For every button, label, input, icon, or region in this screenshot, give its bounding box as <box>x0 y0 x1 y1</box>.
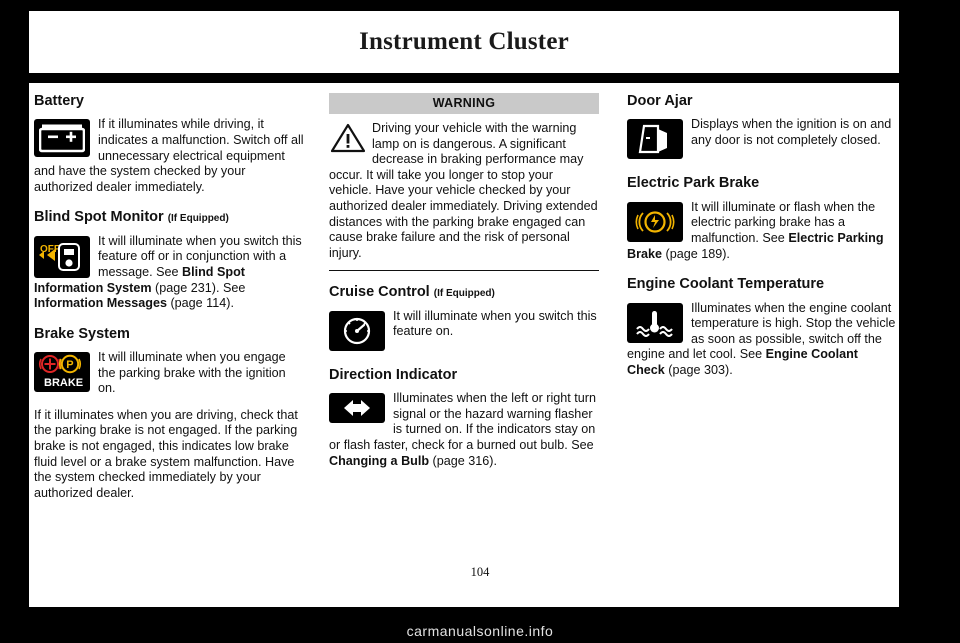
svg-text:P: P <box>66 359 73 371</box>
warning-body: Driving your vehicle with the warning la… <box>329 114 599 272</box>
door-ajar-icon <box>627 119 683 160</box>
section-cruise-control: Cruise Control (If Equipped) It will ill… <box>329 284 599 352</box>
direction-indicator-icon <box>329 393 385 424</box>
brake-system-icon: P BRAKE <box>34 352 90 393</box>
section-engine-coolant: Engine Coolant Temperature Illuminates w… <box>627 276 897 378</box>
cruise-control-icon <box>329 310 385 351</box>
section-brake-system: Brake System P BRAKE It will illuminate … <box>34 326 304 502</box>
engine-coolant-heading: Engine Coolant Temperature <box>627 276 825 293</box>
cruise-control-heading-text: Cruise Control <box>329 284 430 301</box>
electric-park-brake-ref1-page: (page 189). <box>662 246 730 261</box>
electric-park-brake-heading: Electric Park Brake <box>627 175 760 192</box>
battery-heading: Battery <box>34 93 84 109</box>
brake-system-text-2: If it illuminates when you are driving, … <box>34 407 298 500</box>
section-electric-park-brake: Electric Park Brake It will illuminate o… <box>627 175 897 262</box>
section-battery: Battery If it illuminates while driving,… <box>34 93 304 195</box>
page-header: Instrument Cluster <box>29 11 899 73</box>
blind-spot-ref2-page: (page 114). <box>166 296 234 311</box>
blind-spot-off-icon: OFF <box>34 235 90 278</box>
coolant-temp-icon <box>627 302 683 343</box>
warning-callout: WARNING Driving your vehicle with the wa… <box>329 93 599 272</box>
battery-icon <box>34 119 90 158</box>
column-3: Door Ajar Displays when the ignition is … <box>627 93 897 393</box>
direction-indicator-ref1-page: (page 316). <box>429 453 497 468</box>
warning-triangle-icon <box>330 123 366 158</box>
cruise-control-heading-note: (If Equipped) <box>433 288 495 300</box>
blind-spot-heading-text: Blind Spot Monitor <box>34 209 164 226</box>
blind-spot-ref2: Information Messages <box>34 296 167 311</box>
direction-indicator-ref1: Changing a Bulb <box>329 453 430 468</box>
engine-coolant-ref1-page: (page 303). <box>664 362 733 377</box>
blind-spot-heading: Blind Spot Monitor (If Equipped) <box>34 209 304 226</box>
page-title: Instrument Cluster <box>359 28 569 55</box>
column-1: Battery If it illuminates while driving,… <box>34 93 304 515</box>
site-watermark: carmanualsonline.info <box>406 623 554 639</box>
column-2: WARNING Driving your vehicle with the wa… <box>329 93 599 483</box>
brake-system-heading: Brake System <box>34 325 130 342</box>
page-number: 104 <box>470 565 490 579</box>
cruise-control-heading: Cruise Control (If Equipped) <box>329 284 599 301</box>
warning-label: WARNING <box>329 93 599 114</box>
section-direction-indicator: Direction Indicator Illuminates when the… <box>329 367 599 469</box>
warning-text: Driving your vehicle with the warning la… <box>329 121 598 260</box>
blind-spot-heading-note: (If Equipped) <box>167 213 229 225</box>
blind-spot-ref1-page: (page 231). See <box>151 280 246 295</box>
door-ajar-heading: Door Ajar <box>627 93 693 109</box>
svg-text:BRAKE: BRAKE <box>44 377 83 389</box>
direction-indicator-heading: Direction Indicator <box>329 366 458 383</box>
electric-park-brake-icon <box>627 201 683 242</box>
content-columns: Battery If it illuminates while driving,… <box>34 93 896 563</box>
section-blind-spot: Blind Spot Monitor (If Equipped) OFF It … <box>34 209 304 311</box>
section-door-ajar: Door Ajar Displays when the ignition is … <box>627 93 897 161</box>
